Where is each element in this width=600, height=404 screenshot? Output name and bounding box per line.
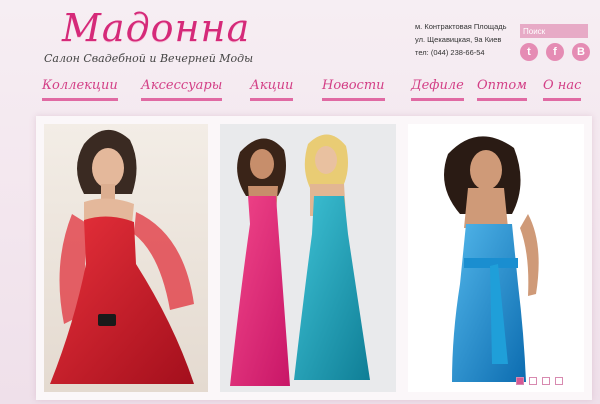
nav-item-promotions[interactable]: Акции [250,78,294,101]
photo-red-dress[interactable] [44,124,208,392]
photo-blue-sequin-dress[interactable] [408,124,584,392]
slider-pagination [516,377,563,385]
logo[interactable]: Мадонна Салон Свадебной и Вечерней Моды [40,4,270,74]
main-nav: Коллекции Аксессуары Акции Новости Дефил… [40,78,590,106]
nav-item-wholesale[interactable]: Оптом [477,78,527,101]
address-line-1: м. Контрактовая Площадь [415,22,507,31]
contact-info: м. Контрактовая Площадь ул. Щекавицкая, … [415,20,507,59]
slider-dot-3[interactable] [542,377,550,385]
nav-item-about[interactable]: О нас [543,78,582,101]
photo-pink-turquoise-gowns[interactable] [220,124,396,392]
image-slider [36,116,592,400]
facebook-icon[interactable]: f [546,43,564,61]
twitter-icon[interactable]: t [520,43,538,61]
slider-dot-4[interactable] [555,377,563,385]
nav-item-collections[interactable]: Коллекции [42,78,118,101]
search-input[interactable] [520,24,588,38]
slider-dot-2[interactable] [529,377,537,385]
blogger-icon[interactable]: B [572,43,590,61]
nav-item-accessories[interactable]: Аксессуары [141,78,223,101]
nav-item-fashion-show[interactable]: Дефиле [411,78,464,101]
phone: тел: (044) 238-66-54 [415,48,485,57]
nav-item-news[interactable]: Новости [322,78,385,101]
address-line-2: ул. Щекавицкая, 9а Киев [415,35,502,44]
logo-title: Мадонна [62,6,251,50]
logo-subtitle: Салон Свадебной и Вечерней Моды [44,52,254,65]
slider-dot-1[interactable] [516,377,524,385]
